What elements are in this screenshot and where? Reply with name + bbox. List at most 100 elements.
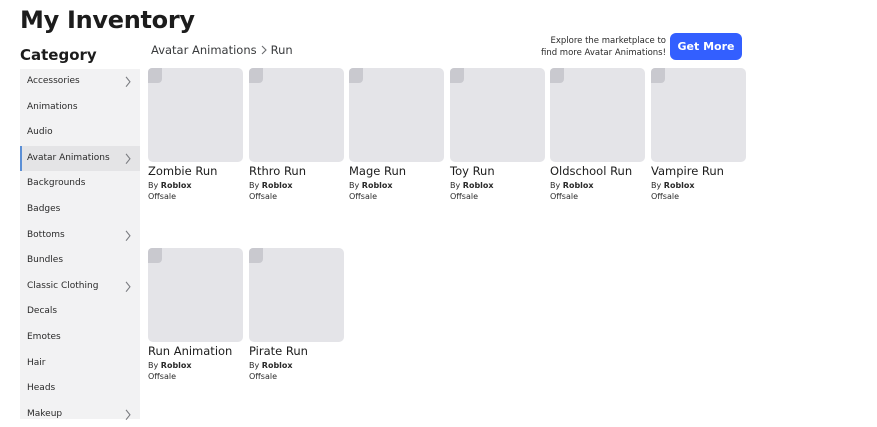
chevron-right-icon [125,153,131,164]
item-thumbnail[interactable] [249,68,344,162]
item-name[interactable]: Zombie Run [148,164,243,178]
item-name[interactable]: Pirate Run [249,344,344,358]
sidebar-item-label: Bundles [27,255,64,266]
sidebar-item-accessories[interactable]: Accessories [20,69,140,95]
item-price-status: Offsale [148,372,177,381]
item-price-status: Offsale [349,192,378,201]
promo-line-1: Explore the marketplace to [550,36,666,46]
creator-prefix: By [148,181,159,190]
creator-prefix: By [651,181,662,190]
sidebar-item-label: Audio [27,127,53,138]
item-name[interactable]: Run Animation [148,344,243,358]
item-name[interactable]: Toy Run [450,164,545,178]
item-creator: By Roblox [349,181,444,190]
item-creator: By Roblox [148,361,243,370]
sidebar-item-heads[interactable]: Heads [20,376,140,402]
item-creator: By Roblox [450,181,545,190]
item-card[interactable]: Run Animation By Roblox Offsale [148,248,243,381]
breadcrumb-parent-link[interactable]: Avatar Animations [151,43,257,57]
sidebar-item-makeup[interactable]: Makeup [20,402,140,427]
item-name[interactable]: Oldschool Run [550,164,645,178]
thumbnail-placeholder-icon [148,248,162,263]
creator-link[interactable]: Roblox [463,181,494,190]
sidebar-item-bundles[interactable]: Bundles [20,248,140,274]
sidebar-item-label: Backgrounds [27,178,86,189]
creator-link[interactable]: Roblox [664,181,695,190]
sidebar-item-decals[interactable]: Decals [20,299,140,325]
item-card[interactable]: Oldschool Run By Roblox Offsale [550,68,645,201]
chevron-right-icon [125,230,131,241]
sidebar-item-badges[interactable]: Badges [20,197,140,223]
creator-link[interactable]: Roblox [161,181,192,190]
item-thumbnail[interactable] [148,248,243,342]
item-creator: By Roblox [249,361,344,370]
thumbnail-placeholder-icon [249,68,263,83]
sidebar-item-avatar-animations[interactable]: Avatar Animations [20,145,140,172]
thumbnail-placeholder-icon [450,68,464,83]
item-price-status: Offsale [249,372,278,381]
sidebar-item-audio[interactable]: Audio [20,120,140,146]
get-more-button[interactable]: Get More [670,33,742,60]
item-price-status: Offsale [651,192,680,201]
chevron-right-icon [125,409,131,420]
sidebar-item-emotes[interactable]: Emotes [20,325,140,351]
chevron-right-icon [125,281,131,292]
sidebar-item-bottoms[interactable]: Bottoms [20,223,140,249]
creator-prefix: By [550,181,561,190]
item-card[interactable]: Vampire Run By Roblox Offsale [651,68,746,201]
promo-line-2: find more Avatar Animations! [540,48,666,58]
item-thumbnail[interactable] [148,68,243,162]
item-thumbnail[interactable] [349,68,444,162]
thumbnail-placeholder-icon [550,68,564,83]
sidebar-item-label: Heads [27,383,56,394]
sidebar-item-animations[interactable]: Animations [20,95,140,121]
item-price-status: Offsale [148,192,177,201]
sidebar-item-label: Hair [27,357,46,368]
sidebar-item-label: Classic Clothing [27,280,99,291]
page-title: My Inventory [20,6,195,34]
item-card[interactable]: Mage Run By Roblox Offsale [349,68,444,201]
item-name[interactable]: Rthro Run [249,164,344,178]
sidebar-item-label: Accessories [27,76,80,86]
sidebar-item-backgrounds[interactable]: Backgrounds [20,171,140,197]
item-price-status: Offsale [450,192,479,201]
item-creator: By Roblox [550,181,645,190]
sidebar-item-label: Bottoms [27,229,65,240]
item-thumbnail[interactable] [651,68,746,162]
marketplace-promo-text: Explore the marketplace to find more Ava… [530,35,666,59]
item-name[interactable]: Vampire Run [651,164,746,178]
item-card[interactable]: Rthro Run By Roblox Offsale [249,68,344,201]
sidebar-item-label: Emotes [27,331,61,342]
thumbnail-placeholder-icon [249,248,263,263]
item-creator: By Roblox [249,181,344,190]
thumbnail-placeholder-icon [349,68,363,83]
sidebar-item-hair[interactable]: Hair [20,351,140,377]
thumbnail-placeholder-icon [651,68,665,83]
sidebar-item-label: Makeup [27,408,63,419]
creator-prefix: By [148,361,159,370]
sidebar-item-classic-clothing[interactable]: Classic Clothing [20,274,140,300]
creator-link[interactable]: Roblox [362,181,393,190]
item-card[interactable]: Pirate Run By Roblox Offsale [249,248,344,381]
item-card[interactable]: Zombie Run By Roblox Offsale [148,68,243,201]
item-thumbnail[interactable] [450,68,545,162]
item-thumbnail[interactable] [249,248,344,342]
chevron-right-icon [125,76,131,88]
category-heading: Category [20,46,97,64]
creator-link[interactable]: Roblox [262,361,293,370]
item-card[interactable]: Toy Run By Roblox Offsale [450,68,545,201]
item-creator: By Roblox [148,181,243,190]
sidebar-item-label: Animations [27,101,78,112]
creator-prefix: By [249,361,260,370]
category-sidebar: Accessories Animations Audio Avatar Animati… [20,69,140,420]
creator-prefix: By [349,181,360,190]
creator-link[interactable]: Roblox [161,361,192,370]
creator-prefix: By [249,181,260,190]
item-name[interactable]: Mage Run [349,164,444,178]
creator-link[interactable]: Roblox [563,181,594,190]
item-price-status: Offsale [550,192,579,201]
creator-link[interactable]: Roblox [262,181,293,190]
item-thumbnail[interactable] [550,68,645,162]
sidebar-item-label: Badges [27,203,61,214]
breadcrumb: Avatar Animations Run [151,43,293,57]
